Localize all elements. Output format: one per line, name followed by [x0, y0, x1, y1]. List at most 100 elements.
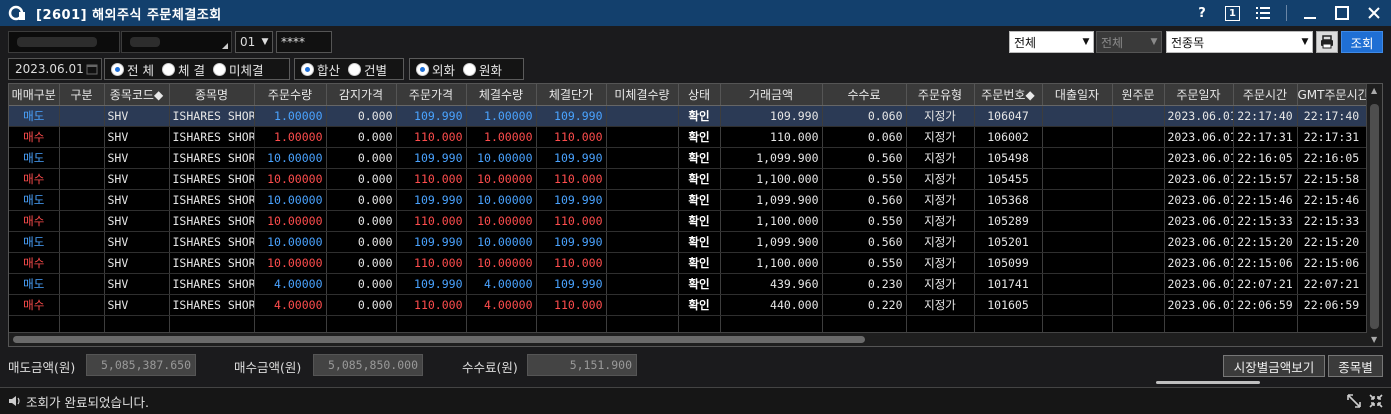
radio-all-label: 전 체: [127, 62, 154, 78]
horizontal-scrollbar[interactable]: [9, 332, 1367, 346]
radio-sum[interactable]: 합산: [301, 60, 340, 79]
calendar-icon[interactable]: [86, 63, 98, 75]
cell-exec-qty: 10.00000: [466, 189, 537, 211]
speaker-icon[interactable]: [8, 394, 22, 408]
scroll-down-icon[interactable]: ▼: [1371, 335, 1377, 344]
by-stock-button[interactable]: 종목별: [1328, 355, 1383, 377]
cell-side: 매도: [9, 105, 60, 127]
column-header[interactable]: 주문번호◆: [974, 84, 1043, 106]
column-header[interactable]: 매매구분: [9, 84, 60, 106]
cell-order-time: 22:15:46: [1233, 189, 1298, 211]
column-header[interactable]: 대출일자: [1042, 84, 1113, 106]
radio-won[interactable]: 원화: [463, 60, 502, 79]
vertical-scrollbar[interactable]: ▲ ▼: [1366, 84, 1382, 346]
cell-type: [59, 273, 105, 295]
radio-all[interactable]: 전 체: [111, 60, 154, 79]
column-header[interactable]: 주문수량: [254, 84, 327, 106]
cell-order-type: 지정가: [906, 252, 975, 274]
vertical-scroll-thumb[interactable]: [1370, 104, 1379, 329]
cell-side: 매도: [9, 273, 60, 295]
cell-order-time: 22:16:05: [1233, 147, 1298, 169]
menu-icon[interactable]: [1254, 4, 1272, 22]
cell-order-type: 지정가: [906, 294, 975, 316]
cell-amount: 109.990: [720, 105, 823, 127]
column-header[interactable]: 주문유형: [906, 84, 975, 106]
column-header[interactable]: GMT주문시간: [1297, 84, 1367, 106]
table-row[interactable]: 매도 SHV ISHARES SHORT 1.00000 0.000 109.990 1.0…: [9, 105, 1367, 127]
password-input[interactable]: ****: [276, 31, 332, 53]
cell-type: [59, 252, 105, 274]
column-header[interactable]: 감지가격: [326, 84, 397, 106]
table-row[interactable]: 매도 SHV ISHARES SHORT 10.00000 0.000 109.990 10…: [9, 189, 1367, 211]
cell-exec-qty: 10.00000: [466, 231, 537, 253]
cell-order-no: 101605: [974, 294, 1043, 316]
maximize-icon[interactable]: [1333, 4, 1351, 22]
minimize-icon[interactable]: [1301, 4, 1319, 22]
expand-icon[interactable]: [1347, 394, 1361, 411]
table-row[interactable]: 매도 SHV ISHARES SHORT 10.00000 0.000 109.990 10…: [9, 147, 1367, 169]
cell-loan-date: [1042, 210, 1113, 232]
cell-order-time: 22:06:59: [1233, 294, 1298, 316]
radio-each-indicator: [348, 62, 362, 76]
cell-code: SHV: [104, 105, 170, 127]
shrink-icon[interactable]: [1369, 394, 1383, 411]
order-table-grid[interactable]: 매매구분 구분 종목코드◆ 종목명 주문수량 감지가격 주문가격 체결수량 체결단가 미체결수량 상…: [8, 83, 1383, 347]
column-header[interactable]: 체결수량: [466, 84, 537, 106]
cell-type: [59, 231, 105, 253]
cell-status: 확인: [678, 210, 721, 232]
query-button[interactable]: 조회: [1341, 31, 1383, 53]
cell-exec-price: 109.990: [536, 189, 607, 211]
cell-code: SHV: [104, 126, 170, 148]
cell-exec-price: 109.990: [536, 231, 607, 253]
cell-trigger: 0.000: [326, 252, 397, 274]
panel-resize-handle[interactable]: [1156, 381, 1260, 384]
radio-executed[interactable]: 체 결: [161, 60, 205, 79]
table-row[interactable]: 매수 SHV ISHARES SHORT 10.00000 0.000 110.000 10…: [9, 252, 1367, 274]
cell-amount: 1,099.900: [720, 147, 823, 169]
help-icon[interactable]: ?: [1193, 4, 1211, 22]
column-header[interactable]: 체결단가: [536, 84, 607, 106]
column-header[interactable]: 수수료: [822, 84, 907, 106]
radio-each[interactable]: 건별: [348, 60, 387, 79]
stock-select[interactable]: 전종목 ▼: [1166, 31, 1313, 53]
cell-unfilled: [606, 189, 679, 211]
table-row[interactable]: 매도 SHV ISHARES SHORT 10.00000 0.000 109.990 10…: [9, 231, 1367, 253]
column-header[interactable]: 원주문: [1112, 84, 1165, 106]
column-header[interactable]: 종목코드◆: [104, 84, 170, 106]
sub-account-select[interactable]: 01 ▼: [235, 31, 273, 53]
column-header[interactable]: 주문가격: [396, 84, 467, 106]
market-amount-button[interactable]: 시장별금액보기: [1223, 355, 1325, 377]
market-select[interactable]: 전체 ▼: [1009, 31, 1094, 53]
table-row[interactable]: 매수 SHV ISHARES SHORT 1.00000 0.000 110.000 1.0…: [9, 126, 1367, 148]
table-row[interactable]: 매수 SHV ISHARES SHORT 4.00000 0.000 110.000 4.0…: [9, 294, 1367, 316]
table-row[interactable]: 매도 SHV ISHARES SHORT 4.00000 0.000 109.990 4.0…: [9, 273, 1367, 295]
date-input[interactable]: 2023.06.01: [8, 58, 102, 80]
close-icon[interactable]: [1365, 4, 1383, 22]
print-button[interactable]: [1316, 31, 1338, 53]
radio-unexecuted[interactable]: 미체결: [212, 60, 263, 79]
column-header[interactable]: 거래금액: [720, 84, 823, 106]
column-header[interactable]: 상태: [678, 84, 721, 106]
radio-won-indicator: [463, 62, 477, 76]
column-header[interactable]: 주문시간: [1233, 84, 1298, 106]
horizontal-scroll-thumb[interactable]: [13, 336, 865, 343]
column-header[interactable]: 미체결수량: [606, 84, 679, 106]
cell-status: 확인: [678, 189, 721, 211]
cell-type: [59, 168, 105, 190]
cell-amount: 440.000: [720, 294, 823, 316]
column-header[interactable]: 종목명: [169, 84, 255, 106]
cell-exec-price: 110.000: [536, 210, 607, 232]
table-row[interactable]: 매수 SHV ISHARES SHORT 10.00000 0.000 110.000 10…: [9, 168, 1367, 190]
radio-foreign[interactable]: 외화: [416, 60, 455, 79]
table-row[interactable]: 매수 SHV ISHARES SHORT 10.00000 0.000 110.000 10…: [9, 210, 1367, 232]
column-header[interactable]: 주문일자: [1164, 84, 1234, 106]
column-header[interactable]: 구분: [59, 84, 105, 106]
account-name-field[interactable]: [121, 31, 232, 53]
scroll-up-icon[interactable]: ▲: [1371, 86, 1377, 95]
page-icon[interactable]: 1: [1225, 5, 1240, 21]
cell-order-type: 지정가: [906, 105, 975, 127]
cell-gmt-time: 22:15:46: [1297, 189, 1367, 211]
cell-qty: 10.00000: [254, 252, 327, 274]
account-number-field[interactable]: [8, 31, 120, 53]
cell-price: 109.990: [396, 273, 467, 295]
